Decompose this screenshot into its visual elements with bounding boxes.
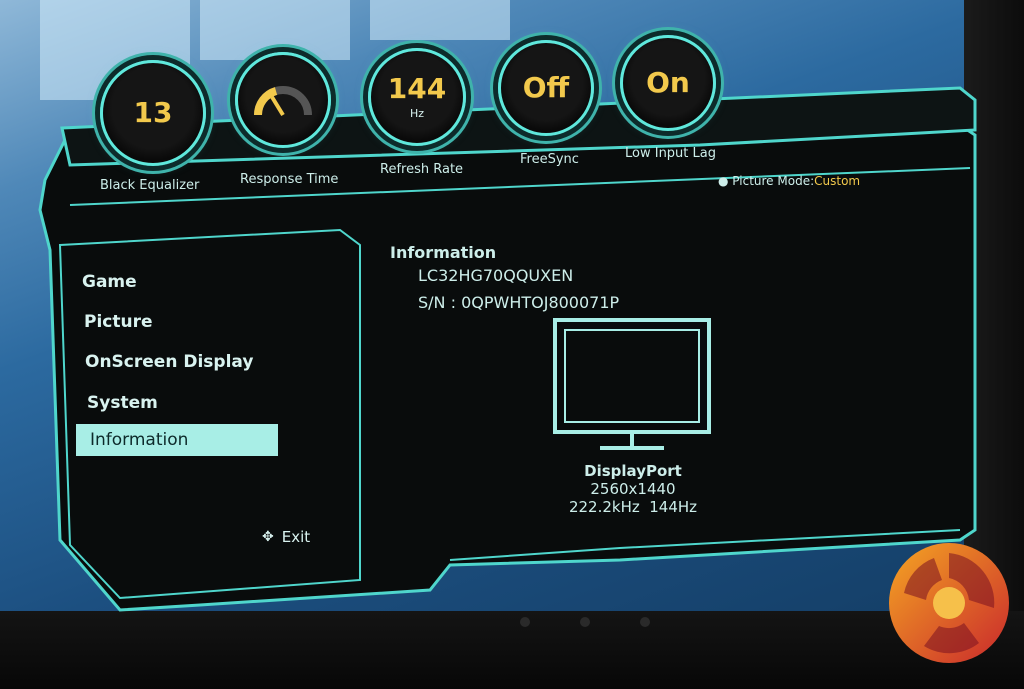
menu-item-system[interactable]: System xyxy=(87,393,158,413)
freesync-label: FreeSync xyxy=(520,152,579,167)
response-time-label: Response Time xyxy=(240,172,339,187)
menu-item-onscreen-display[interactable]: OnScreen Display xyxy=(85,352,253,372)
black-equalizer-label: Black Equalizer xyxy=(100,178,200,193)
serial-number: S/N : 0QPWHTOJ800071P xyxy=(418,293,620,312)
picture-mode-value: Custom xyxy=(814,174,861,188)
low-input-lag-knob: On xyxy=(620,35,716,131)
knob-unit: Hz xyxy=(409,106,425,120)
connection-resolution: 2560x1440 xyxy=(590,480,676,498)
directional-pad-icon: ✥ xyxy=(262,529,274,545)
menu-item-game[interactable]: Game xyxy=(82,272,137,292)
knob-value: 13 xyxy=(133,96,173,129)
connection-frequency: 222.2kHz 144Hz xyxy=(568,498,698,516)
knob-value: On xyxy=(646,66,690,99)
logo-icon xyxy=(889,543,1009,663)
response-time-knob xyxy=(235,52,331,148)
exit-label: Exit xyxy=(281,528,311,546)
knob-value: Off xyxy=(522,71,570,104)
gauge-icon xyxy=(254,86,312,117)
menu-item-information[interactable]: Information xyxy=(76,424,279,456)
menu-item-picture[interactable]: Picture xyxy=(84,312,153,332)
black-equalizer-knob: 13 xyxy=(100,60,206,166)
exit-button[interactable]: ✥ Exit xyxy=(262,528,310,546)
refresh-rate-label: Refresh Rate xyxy=(380,162,464,177)
connection-info: DisplayPort 2560x1440 222.2kHz 144Hz xyxy=(553,462,713,516)
serial-value: 0QPWHTOJ800071P xyxy=(461,293,620,312)
connection-port: DisplayPort xyxy=(584,462,682,480)
picture-mode-indicator: ● Picture Mode:Custom xyxy=(718,174,861,188)
picture-mode-label: Picture Mode: xyxy=(732,174,815,188)
refresh-rate-knob: 144 Hz xyxy=(368,48,466,146)
serial-label: S/N xyxy=(418,293,446,312)
model-number: LC32HG70QQUXEN xyxy=(418,266,574,285)
freesync-knob: Off xyxy=(498,40,594,136)
knob-value: 144 xyxy=(387,71,447,105)
information-title: Information xyxy=(390,243,497,262)
low-input-lag-label: Low Input Lag xyxy=(625,146,716,161)
